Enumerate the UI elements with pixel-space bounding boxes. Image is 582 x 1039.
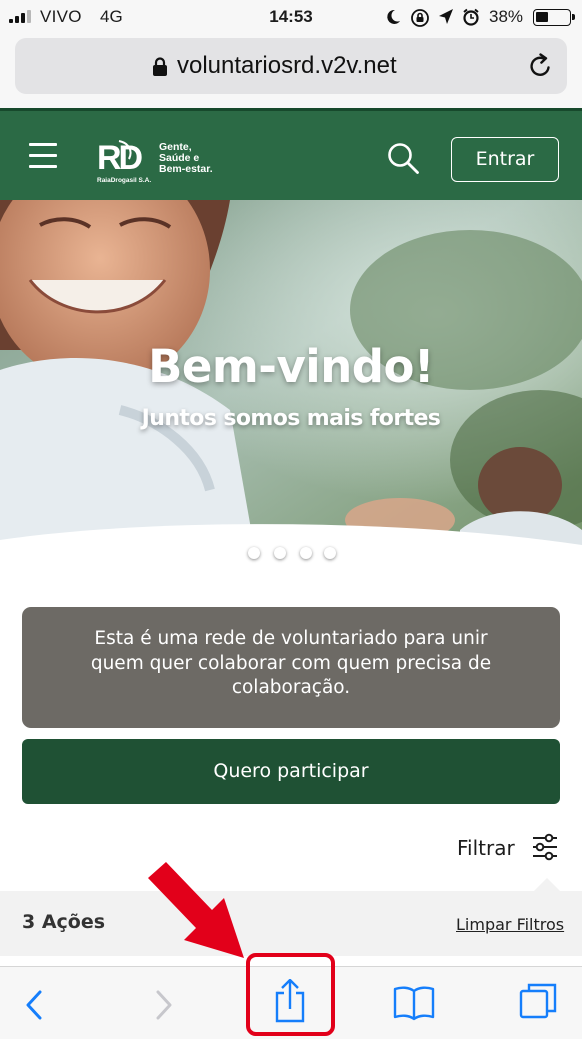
tabs-icon[interactable]	[519, 981, 559, 1021]
url-field[interactable]: voluntariosrd.v2v.net	[15, 38, 567, 94]
svg-text:RaiaDrogasil S.A.: RaiaDrogasil S.A.	[97, 177, 151, 184]
hero-title: Bem-vindo!	[148, 340, 434, 393]
carousel-dot[interactable]	[300, 547, 312, 559]
rotation-lock-icon	[411, 9, 429, 27]
intro-card: Esta é uma rede de voluntariado para uni…	[22, 607, 560, 728]
participate-button[interactable]: Quero participar	[22, 739, 560, 804]
share-highlight-box	[246, 953, 335, 1036]
results-count: 3 Ações	[22, 911, 106, 933]
location-icon	[439, 9, 453, 24]
browser-address-area: voluntariosrd.v2v.net	[0, 34, 582, 108]
alarm-icon	[463, 8, 479, 26]
carousel-dots	[248, 547, 340, 561]
do-not-disturb-icon	[387, 9, 400, 24]
hamburger-icon[interactable]	[29, 143, 57, 169]
brand-logo[interactable]: RD Gente, Saúde e Bem-estar. RaiaDrogasi…	[97, 137, 221, 185]
chevron-right-icon[interactable]	[154, 989, 174, 1021]
svg-text:RD: RD	[97, 139, 143, 177]
status-icons	[384, 6, 484, 28]
red-arrow-annotation	[148, 862, 244, 958]
battery-icon	[533, 9, 575, 26]
filter-label: Filtrar	[457, 836, 515, 860]
svg-text:Bem-estar.: Bem-estar.	[159, 163, 213, 175]
carousel-dot[interactable]	[274, 547, 286, 559]
carousel-dot[interactable]	[324, 547, 336, 559]
site-header: RD Gente, Saúde e Bem-estar. RaiaDrogasi…	[0, 108, 582, 200]
login-button[interactable]: Entrar	[451, 137, 559, 182]
sliders-icon	[533, 833, 557, 861]
hero-subtitle: Juntos somos mais fortes	[141, 406, 441, 431]
filter-button[interactable]: Filtrar	[457, 830, 562, 866]
clear-filters-link[interactable]: Limpar Filtros	[456, 915, 564, 934]
reload-icon[interactable]	[527, 53, 553, 79]
battery-percent: 38%	[489, 7, 524, 26]
search-icon[interactable]	[386, 141, 420, 175]
results-bar: 3 Ações Limpar Filtros	[0, 891, 582, 956]
results-pointer	[534, 878, 560, 891]
carousel-dot[interactable]	[248, 547, 260, 559]
lock-icon	[153, 57, 167, 76]
hero-carousel[interactable]: Bem-vindo! Juntos somos mais fortes	[0, 200, 582, 580]
url-text: voluntariosrd.v2v.net	[177, 52, 397, 79]
chevron-left-icon[interactable]	[24, 989, 44, 1021]
status-bar: VIVO 4G 14:53 38%	[0, 0, 582, 34]
book-icon[interactable]	[393, 985, 435, 1021]
